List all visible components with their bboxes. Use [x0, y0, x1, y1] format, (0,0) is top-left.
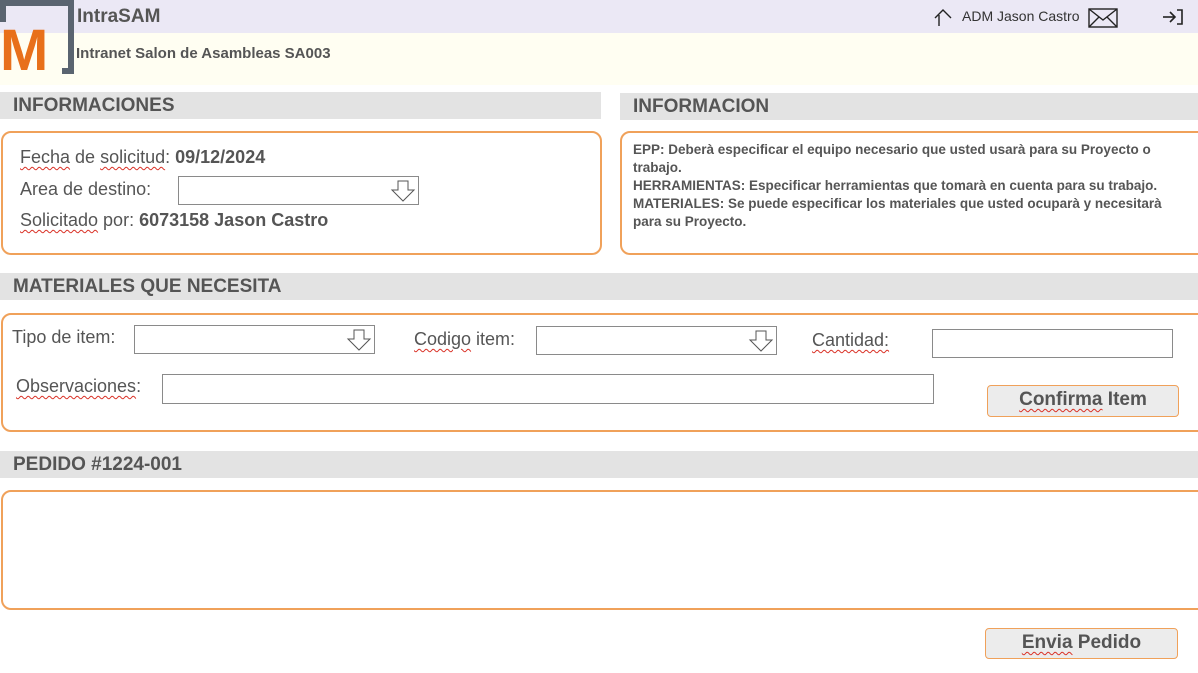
info-line: MATERIALES: Se puede especificar los mat… [633, 196, 1162, 211]
informaciones-panel: Fecha de solicitud: 09/12/2024 Area de d… [1, 131, 602, 255]
info-line: trabajo. [633, 160, 682, 175]
materiales-header: MATERIALES QUE NECESITA [0, 273, 1198, 300]
logo-letter: M [0, 18, 48, 74]
envia-pedido-button[interactable]: Envia Pedido [985, 628, 1178, 659]
info-line: HERRAMIENTAS: Especificar herramientas q… [633, 178, 1158, 193]
chevron-down-icon [390, 179, 416, 203]
app-name: IntraSAM [77, 6, 161, 27]
observaciones-input[interactable] [162, 374, 934, 404]
logout-icon[interactable] [1160, 6, 1183, 28]
fecha-row: Fecha de solicitud: 09/12/2024 [20, 147, 266, 167]
app-subtitle: Intranet Salon de Asambleas SA003 [76, 45, 331, 62]
fecha-value: 09/12/2024 [175, 147, 266, 167]
cantidad-label: Cantidad: [812, 330, 890, 350]
info-line: EPP: Deberà especificar el equipo necesa… [633, 142, 1151, 157]
informaciones-header: INFORMACIONES [0, 92, 601, 119]
codigo-label: Codigo item: [414, 329, 516, 349]
area-label: Area de destino: [20, 179, 152, 199]
observaciones-label: Observaciones: [16, 376, 142, 396]
informacion-text: EPP: Deberà especificar el equipo necesa… [633, 141, 1193, 231]
pedido-header: PEDIDO #1224-001 [0, 451, 1198, 478]
home-icon[interactable] [932, 6, 954, 28]
solicitado-value: 6073158 Jason Castro [139, 210, 329, 230]
confirma-item-button[interactable]: Confirma Item [987, 385, 1179, 417]
chevron-down-icon [748, 329, 774, 353]
chevron-down-icon [346, 328, 372, 352]
codigo-dropdown[interactable] [536, 326, 777, 355]
informacion-panel: EPP: Deberà especificar el equipo necesa… [620, 131, 1198, 255]
cantidad-input[interactable] [932, 329, 1173, 358]
info-line: para su Proyecto. [633, 214, 747, 229]
materiales-panel: Tipo de item: Codigo item: Cantidad: Obs… [1, 313, 1198, 432]
solicitado-row: Solicitado por: 6073158 Jason Castro [20, 210, 329, 230]
informacion-header: INFORMACION [620, 93, 1198, 120]
logo: M [0, 0, 76, 83]
tipo-dropdown[interactable] [134, 325, 375, 354]
tipo-label: Tipo de item: [12, 327, 116, 347]
mail-icon[interactable] [1088, 8, 1118, 28]
user-name[interactable]: ADM Jason Castro [962, 8, 1079, 24]
pedido-list-panel [1, 490, 1198, 610]
area-dropdown[interactable] [178, 176, 419, 205]
